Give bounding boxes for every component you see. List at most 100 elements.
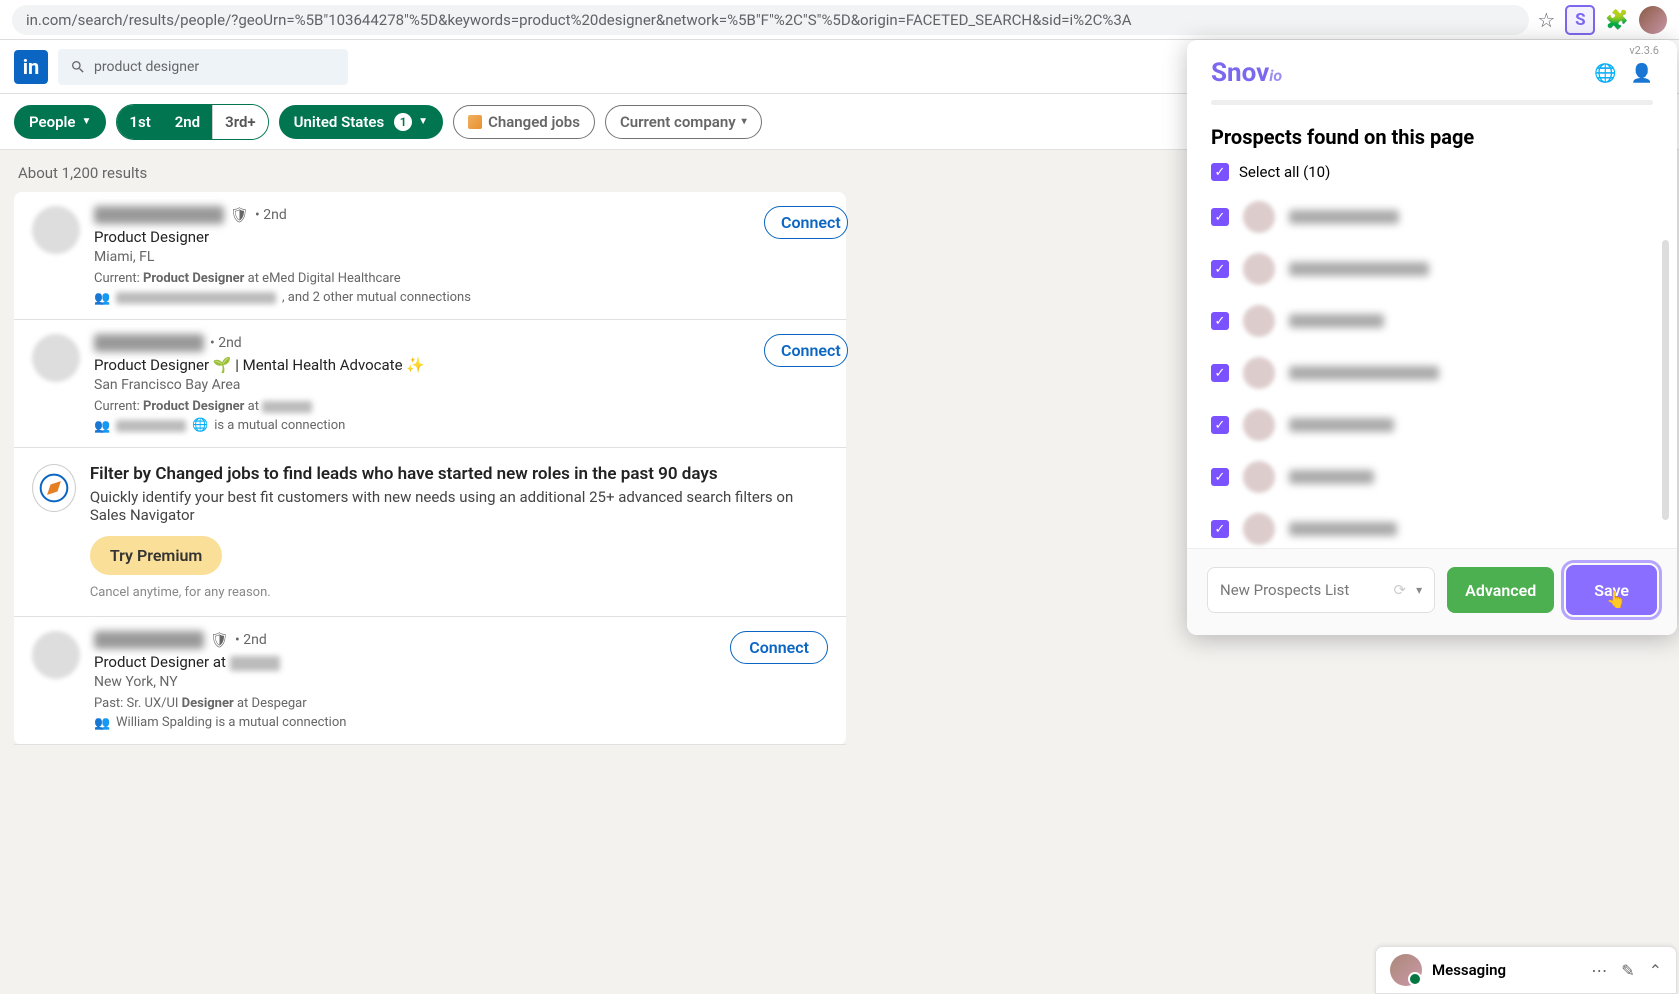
try-premium-button[interactable]: Try Premium — [90, 536, 222, 575]
filter-conn-1st[interactable]: 1st — [117, 105, 162, 139]
caret-down-icon: ▼ — [418, 116, 428, 127]
snov-header: Snovio 🌐 👤 — [1187, 40, 1677, 100]
prospect-avatar — [1243, 253, 1275, 285]
result-mutual: 👥 William Spalding is a mutual connectio… — [94, 715, 828, 730]
result-name-blurred[interactable] — [94, 631, 204, 649]
checkbox-icon[interactable]: ✓ — [1211, 208, 1229, 226]
result-avatar[interactable] — [32, 334, 80, 382]
checkbox-icon[interactable]: ✓ — [1211, 520, 1229, 538]
refresh-icon[interactable]: ⟳ — [1394, 581, 1407, 599]
filter-changed-jobs[interactable]: Changed jobs — [453, 105, 595, 139]
prospect-avatar — [1243, 513, 1275, 545]
verified-shield-icon: 🛡 — [210, 631, 229, 649]
prospect-item[interactable]: ✓ — [1211, 191, 1653, 243]
filter-location[interactable]: United States1▼ — [279, 105, 443, 139]
result-degree: • 2nd — [235, 632, 267, 648]
prospect-avatar — [1243, 357, 1275, 389]
list-select[interactable]: New Prospects List ⟳ ▾ — [1207, 567, 1435, 613]
filter-current-company[interactable]: Current company▾ — [605, 105, 762, 139]
checkbox-icon[interactable]: ✓ — [1211, 364, 1229, 382]
messaging-avatar — [1390, 954, 1422, 986]
prospect-item[interactable]: ✓ — [1211, 347, 1653, 399]
checkbox-icon[interactable]: ✓ — [1211, 416, 1229, 434]
advanced-button[interactable]: Advanced — [1447, 567, 1554, 613]
more-icon[interactable]: ⋯ — [1591, 961, 1607, 980]
select-all-label: Select all (10) — [1239, 163, 1330, 181]
filter-connections: 1st 2nd 3rd+ — [116, 104, 268, 140]
chevron-up-icon[interactable]: ⌃ — [1649, 961, 1662, 980]
filter-conn-2nd[interactable]: 2nd — [163, 105, 212, 139]
result-name-blurred[interactable] — [94, 334, 204, 352]
prospect-name-blurred — [1289, 262, 1429, 276]
prospect-item[interactable]: ✓ — [1211, 243, 1653, 295]
connect-button[interactable]: Connect — [764, 206, 848, 239]
prospect-item[interactable]: ✓ — [1211, 451, 1653, 503]
bookmark-star-icon[interactable]: ☆ — [1537, 8, 1555, 32]
snov-version: v2.3.6 — [1629, 44, 1659, 57]
search-value: product designer — [94, 59, 199, 75]
result-degree: • 2nd — [255, 207, 287, 223]
linkedin-logo[interactable]: in — [14, 50, 48, 84]
connect-button[interactable]: Connect — [764, 334, 848, 367]
result-avatar[interactable] — [32, 631, 80, 679]
search-input[interactable]: product designer — [58, 49, 348, 85]
result-name-blurred[interactable] — [94, 206, 224, 224]
snov-logo[interactable]: Snovio — [1211, 58, 1282, 88]
promo-desc: Quickly identify your best fit customers… — [90, 488, 828, 524]
result-location: San Francisco Bay Area — [94, 377, 828, 393]
user-icon[interactable]: 👤 — [1631, 63, 1653, 84]
prospect-avatar — [1243, 305, 1275, 337]
compose-icon[interactable]: ✎ — [1621, 961, 1634, 980]
promo-row: Filter by Changed jobs to find leads who… — [14, 448, 846, 617]
compass-icon — [32, 464, 76, 512]
result-row: 🛡 • 2nd Product Designer at New York, NY… — [14, 617, 846, 745]
select-all-row[interactable]: ✓ Select all (10) — [1187, 163, 1677, 191]
browser-toolbar-icons: ☆ S 🧩 — [1537, 5, 1667, 35]
snov-title: Prospects found on this page — [1187, 119, 1677, 163]
messaging-dock[interactable]: Messaging ⋯ ✎ ⌃ — [1375, 946, 1677, 994]
mutual-connections-icon: 👥 — [94, 716, 110, 730]
checkbox-icon[interactable]: ✓ — [1211, 260, 1229, 278]
result-title: Product Designer at — [94, 653, 828, 671]
result-row: • 2nd Product Designer 🌱 | Mental Health… — [14, 320, 846, 448]
messaging-label: Messaging — [1432, 961, 1581, 979]
filter-conn-3rd[interactable]: 3rd+ — [212, 105, 268, 139]
result-location: Miami, FL — [94, 249, 828, 265]
url-bar[interactable]: in.com/search/results/people/?geoUrn=%5B… — [12, 5, 1529, 35]
result-current: Current: Product Designer at eMed Digita… — [94, 271, 828, 286]
caret-down-icon: ▾ — [742, 116, 747, 127]
prospect-name-blurred — [1289, 314, 1384, 328]
url-text: in.com/search/results/people/?geoUrn=%5B… — [26, 11, 1132, 29]
promo-cancel-text: Cancel anytime, for any reason. — [90, 585, 828, 600]
scrollbar[interactable] — [1662, 240, 1669, 520]
filter-people[interactable]: People▼ — [14, 105, 106, 139]
result-title: Product Designer — [94, 228, 828, 246]
location-count-badge: 1 — [394, 113, 412, 131]
mutual-connections-icon: 👥 — [94, 419, 110, 433]
prospect-item[interactable]: ✓ — [1211, 503, 1653, 548]
snov-extension-icon[interactable]: S — [1565, 5, 1595, 35]
result-avatar[interactable] — [32, 206, 80, 254]
prospect-name-blurred — [1289, 470, 1374, 484]
result-mutual: 👥 🌐 is a mutual connection — [94, 418, 828, 433]
prospect-name-blurred — [1289, 418, 1394, 432]
checkbox-icon[interactable]: ✓ — [1211, 163, 1229, 181]
globe-icon[interactable]: 🌐 — [1594, 63, 1616, 84]
connect-button[interactable]: Connect — [730, 631, 828, 664]
prospect-name-blurred — [1289, 522, 1397, 536]
verified-shield-icon: 🛡 — [230, 206, 249, 224]
extensions-puzzle-icon[interactable]: 🧩 — [1605, 8, 1629, 31]
checkbox-icon[interactable]: ✓ — [1211, 468, 1229, 486]
result-row: 🛡 • 2nd Product Designer Miami, FL Curre… — [14, 192, 846, 320]
snov-progress-bar — [1211, 100, 1653, 105]
prospect-name-blurred — [1289, 210, 1399, 224]
prospect-item[interactable]: ✓ — [1211, 295, 1653, 347]
result-title: Product Designer 🌱 | Mental Health Advoc… — [94, 356, 828, 374]
mutual-connections-icon: 👥 — [94, 291, 110, 305]
profile-avatar-icon[interactable] — [1639, 6, 1667, 34]
save-button[interactable]: Save👆 — [1566, 565, 1657, 615]
chevron-down-icon[interactable]: ▾ — [1416, 583, 1422, 597]
prospect-name-blurred — [1289, 366, 1439, 380]
prospect-item[interactable]: ✓ — [1211, 399, 1653, 451]
checkbox-icon[interactable]: ✓ — [1211, 312, 1229, 330]
